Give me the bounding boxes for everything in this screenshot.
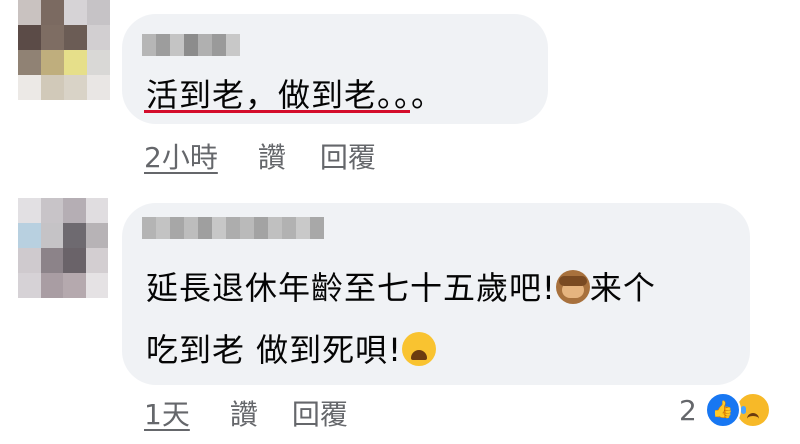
- name-pixel: [184, 217, 198, 239]
- name-pixel: [184, 34, 198, 56]
- name-pixel: [142, 217, 156, 239]
- name-pixel: [268, 217, 282, 239]
- name-pixel: [212, 34, 226, 56]
- avatar-pixel: [63, 198, 86, 223]
- avatar-pixel: [40, 248, 63, 273]
- avatar-pixel: [18, 0, 41, 25]
- like-button[interactable]: 讚: [230, 393, 258, 433]
- avatar-pixel: [18, 223, 41, 248]
- commenter-avatar[interactable]: [18, 0, 110, 100]
- comment-text-line-1: 延長退休年齡至七十五歲吧! 来个: [146, 263, 656, 309]
- see-no-evil-monkey-icon: [555, 270, 590, 304]
- avatar-pixel: [87, 0, 110, 25]
- avatar-pixel: [18, 248, 41, 273]
- name-pixel: [170, 217, 184, 239]
- avatar-pixel: [85, 273, 108, 298]
- comment-timestamp[interactable]: 2小時: [144, 136, 218, 176]
- avatar-pixel: [41, 50, 64, 75]
- name-pixel: [142, 34, 156, 56]
- avatar-pixel: [18, 25, 41, 50]
- avatar-pixel: [18, 50, 41, 75]
- avatar-pixel: [64, 75, 87, 100]
- commenter-name-blurred[interactable]: [142, 34, 240, 56]
- avatar-pixel: [64, 25, 87, 50]
- comment-text-segment: 来个: [589, 269, 656, 307]
- name-pixel: [198, 217, 212, 239]
- name-pixel: [254, 217, 268, 239]
- avatar-pixel: [64, 50, 87, 75]
- avatar-pixel: [87, 50, 110, 75]
- commenter-avatar[interactable]: [18, 198, 108, 298]
- avatar-pixel: [63, 273, 86, 298]
- comment-bubble: 活到老，做到老。。。: [122, 14, 548, 124]
- name-pixel: [310, 217, 324, 239]
- comment-text-segment: 吃到老 做到死唄!: [146, 331, 403, 369]
- reaction-count: 2: [679, 393, 697, 427]
- avatar-pixel: [18, 273, 41, 298]
- name-pixel: [198, 34, 212, 56]
- name-pixel: [156, 217, 170, 239]
- like-reaction-icon: [704, 392, 741, 428]
- comment-text-segment: 延長退休年齡至七十五歲吧!: [146, 269, 556, 307]
- name-pixel: [296, 217, 310, 239]
- avatar-pixel: [87, 25, 110, 50]
- reply-button[interactable]: 回覆: [320, 136, 376, 176]
- avatar-pixel: [63, 248, 86, 273]
- comment-text-line-2: 吃到老 做到死唄!: [146, 325, 437, 371]
- avatar-pixel: [40, 273, 63, 298]
- avatar-pixel: [18, 75, 41, 100]
- name-pixel: [282, 217, 296, 239]
- name-pixel: [156, 34, 170, 56]
- red-underline-annotation: [144, 110, 410, 113]
- avatar-pixel: [85, 198, 108, 223]
- name-pixel: [170, 34, 184, 56]
- comment-timestamp[interactable]: 1天: [144, 393, 190, 433]
- avatar-pixel: [85, 223, 108, 248]
- comment-bubble: 延長退休年齡至七十五歲吧! 来个 吃到老 做到死唄!: [122, 203, 750, 385]
- name-pixel: [240, 217, 254, 239]
- avatar-pixel: [41, 0, 64, 25]
- avatar-pixel: [40, 198, 63, 223]
- avatar-pixel: [87, 75, 110, 100]
- comment-actions: 1天 讚 回覆: [144, 393, 348, 433]
- commenter-name-blurred[interactable]: [142, 217, 324, 239]
- avatar-pixel: [63, 223, 86, 248]
- avatar-pixel: [41, 25, 64, 50]
- avatar-pixel: [40, 223, 63, 248]
- like-button[interactable]: 讚: [258, 136, 286, 176]
- name-pixel: [226, 34, 240, 56]
- reaction-summary[interactable]: 2: [679, 392, 771, 428]
- name-pixel: [226, 217, 240, 239]
- comment-actions: 2小時 讚 回覆: [144, 136, 376, 176]
- avatar-pixel: [85, 248, 108, 273]
- reply-button[interactable]: 回覆: [292, 393, 348, 433]
- avatar-pixel: [18, 198, 41, 223]
- name-pixel: [212, 217, 226, 239]
- avatar-pixel: [64, 0, 87, 25]
- weary-face-icon: [402, 332, 437, 366]
- avatar-pixel: [41, 75, 64, 100]
